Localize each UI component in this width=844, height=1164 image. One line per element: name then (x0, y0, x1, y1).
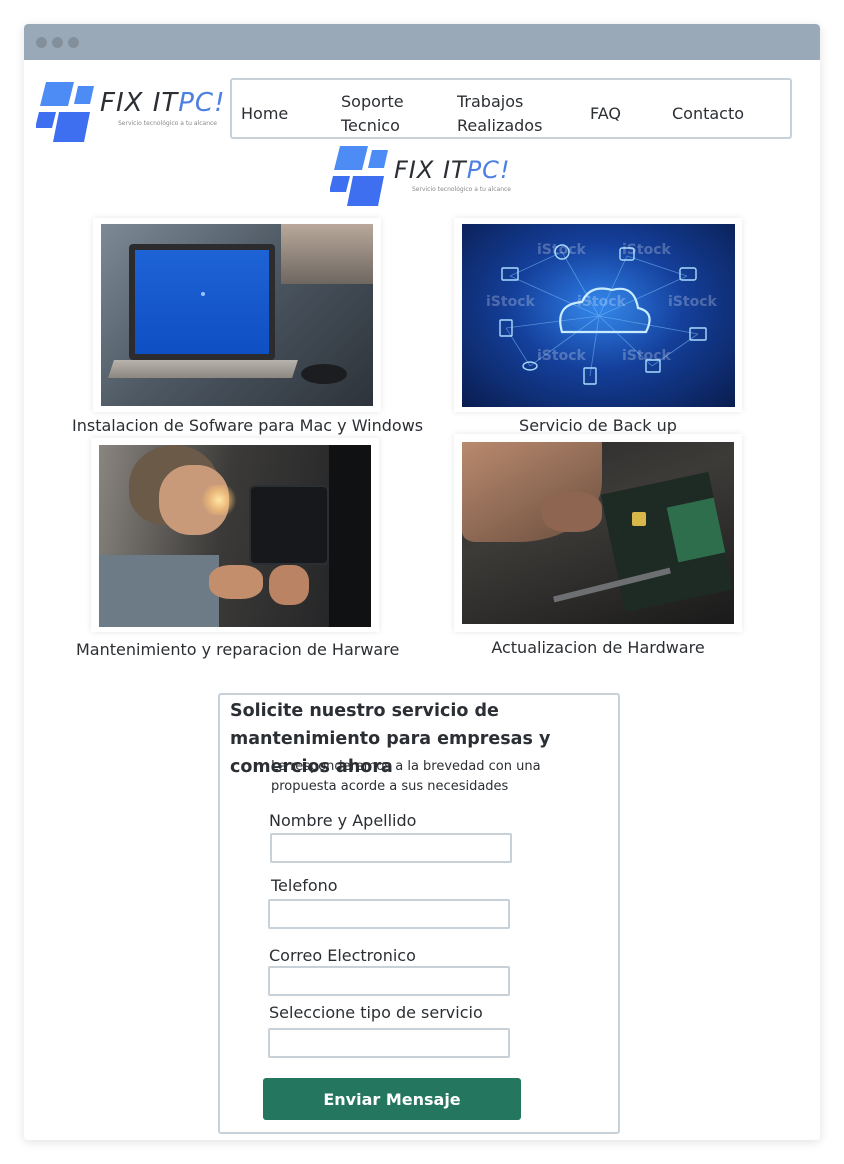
service-type-field[interactable] (268, 1028, 510, 1058)
window-dot-icon[interactable] (52, 37, 63, 48)
technician-photo (99, 445, 371, 627)
form-intro: Le responderemos a la brevedad con una p… (271, 759, 541, 794)
window-dot-icon[interactable] (36, 37, 47, 48)
logo-mark-icon (36, 82, 94, 142)
email-field[interactable] (268, 966, 510, 996)
service-card[interactable] (454, 434, 742, 632)
name-label: Nombre y Apellido (269, 811, 417, 830)
center-logo: FIX ITPC! Servicio tecnológico a tu alca… (330, 146, 530, 208)
watermark-text: iStock (537, 242, 586, 258)
cloud-backup-illustration: iStock iStock iStock iStock iStock iStoc… (462, 224, 735, 407)
service-caption: Instalacion de Sofware para Mac y Window… (72, 416, 424, 435)
network-lines-icon (499, 244, 707, 385)
browser-window: FIX ITPC! Servicio tecnológico a tu alca… (24, 24, 820, 1140)
nav-faq-link[interactable]: FAQ (590, 102, 621, 126)
logo-mark-icon (330, 146, 388, 206)
name-field[interactable] (270, 833, 512, 863)
service-caption: Servicio de Back up (519, 416, 677, 435)
service-request-form: Solicite nuestro servicio de mantenimien… (218, 693, 620, 1134)
window-titlebar (24, 24, 820, 60)
service-card[interactable] (91, 438, 379, 632)
nav-soporte-link[interactable]: Soporte Tecnico (341, 90, 404, 138)
window-dot-icon[interactable] (68, 37, 79, 48)
email-label: Correo Electronico (269, 946, 416, 965)
logo-wordmark: FIX ITPC! (100, 88, 226, 118)
watermark-text: iStock (486, 294, 535, 310)
submit-button[interactable]: Enviar Mensaje (263, 1078, 521, 1120)
service-type-label: Seleccione tipo de servicio (269, 1003, 483, 1022)
watermark-text: iStock (668, 294, 717, 310)
watermark-text: iStock (577, 294, 626, 310)
nav-home-link[interactable]: Home (241, 102, 288, 126)
service-caption: Actualizacion de Hardware (491, 638, 705, 657)
laptop-photo (101, 224, 373, 406)
logo-tagline: Servicio tecnológico a tu alcance (412, 186, 511, 193)
phone-label: Telefono (271, 876, 338, 895)
nav-trabajos-link[interactable]: Trabajos Realizados (457, 90, 542, 138)
logo-tagline: Servicio tecnológico a tu alcance (118, 120, 217, 127)
header-logo[interactable]: FIX ITPC! Servicio tecnológico a tu alca… (36, 82, 226, 144)
service-card[interactable] (93, 218, 381, 412)
service-caption: Mantenimiento y reparacion de Harware (76, 640, 400, 659)
main-nav: Home Soporte Tecnico Trabajos Realizados… (230, 78, 792, 139)
watermark-text: iStock (537, 348, 586, 364)
watermark-text: iStock (622, 242, 671, 258)
logo-wordmark: FIX ITPC! (394, 156, 511, 184)
watermark-text: iStock (622, 348, 671, 364)
phone-field[interactable] (268, 899, 510, 929)
hardware-photo (462, 442, 734, 624)
nav-contacto-link[interactable]: Contacto (672, 102, 744, 126)
service-card[interactable]: iStock iStock iStock iStock iStock iStoc… (454, 218, 742, 412)
